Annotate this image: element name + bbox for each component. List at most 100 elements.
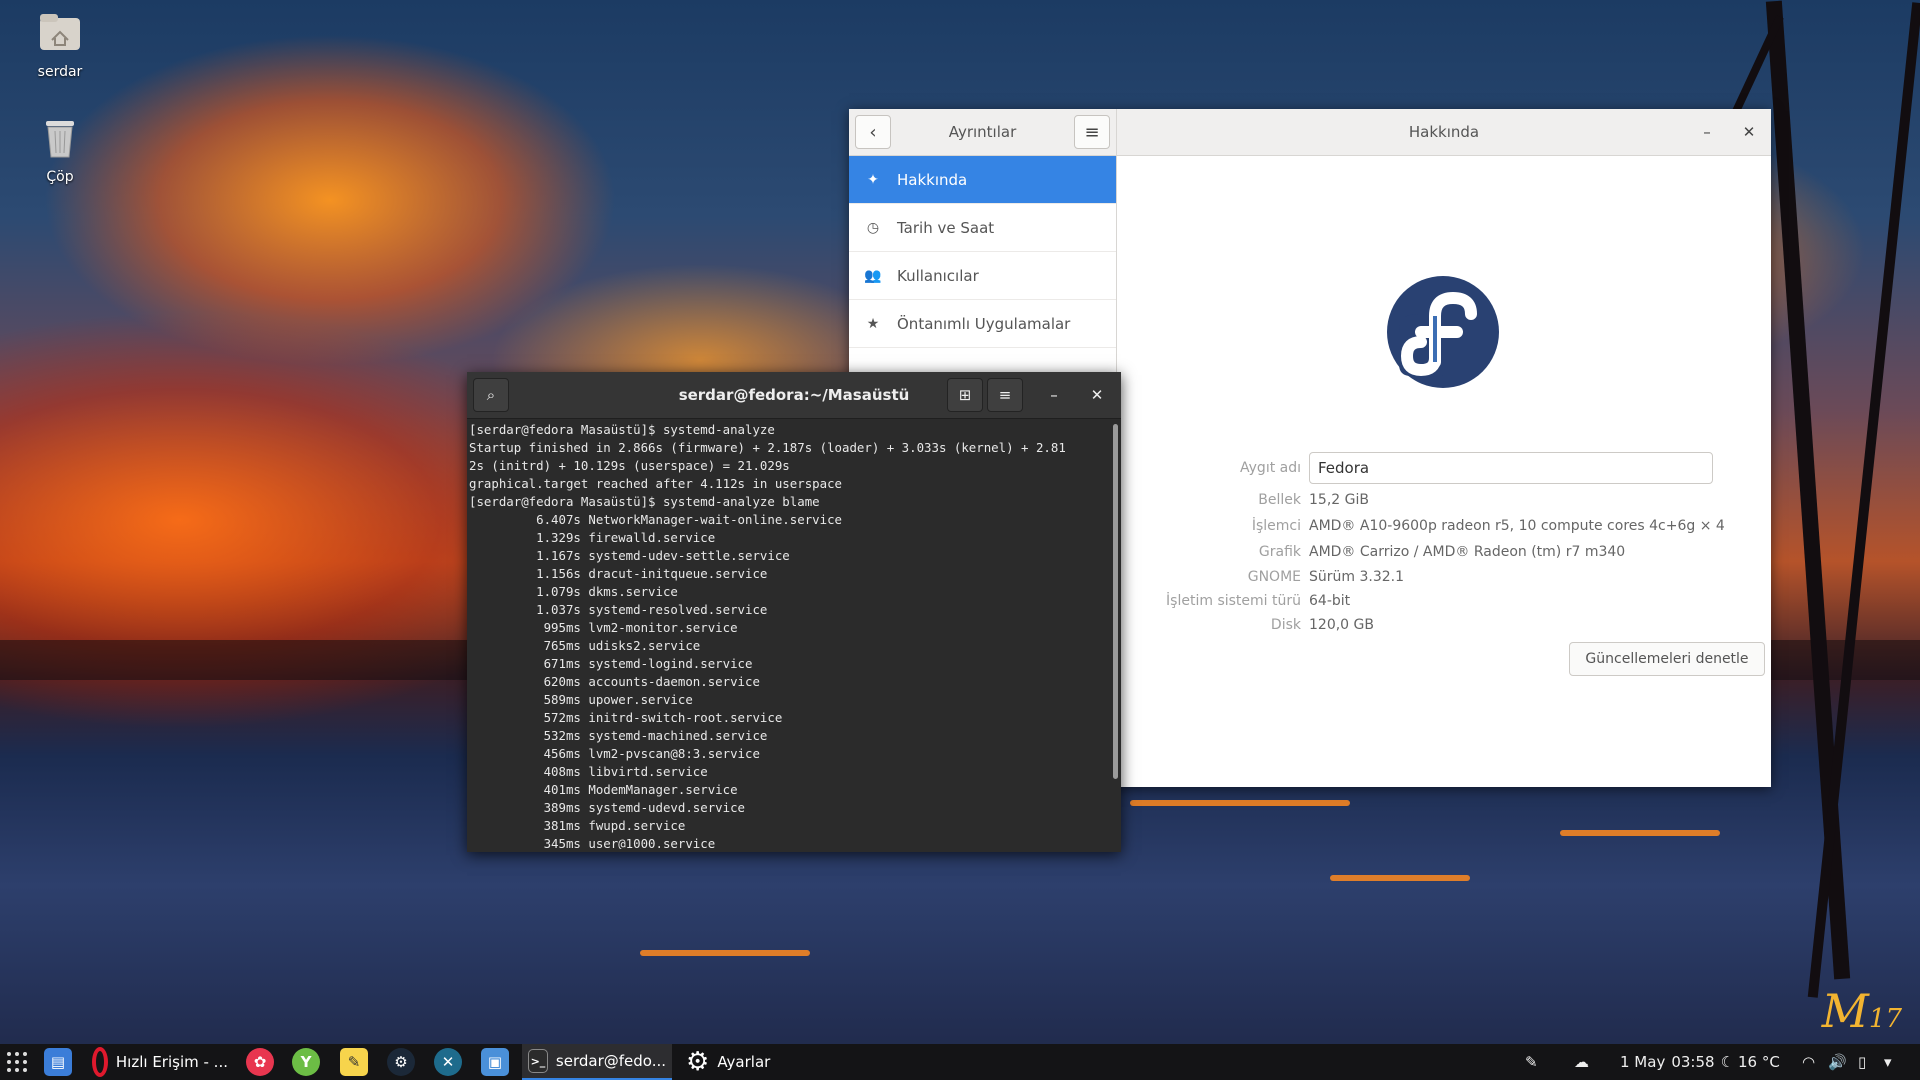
time-text: 03:58 <box>1671 1053 1715 1071</box>
launcher-xmind[interactable]: ✕ <box>434 1044 462 1080</box>
search-icon: ⌕ <box>486 386 496 404</box>
settings-gear-icon: ⚙ <box>686 1047 710 1077</box>
check-updates-button[interactable]: Güncellemeleri denetle <box>1569 642 1765 676</box>
yandex-browser-icon: Y <box>292 1048 320 1076</box>
launcher-files[interactable]: ▤ <box>44 1044 72 1080</box>
notes-icon: ✎ <box>340 1048 368 1076</box>
app-grid-icon <box>7 1052 27 1072</box>
clock-icon: ◷ <box>866 219 880 236</box>
app-grid-button[interactable] <box>4 1044 30 1080</box>
task-label: Ayarlar <box>717 1053 771 1071</box>
task-opera[interactable]: Hızlı Erişim - ... <box>86 1044 234 1080</box>
terminal-line: 1.156s dracut-initqueue.service <box>469 566 768 581</box>
info-label: Grafik <box>1258 544 1301 560</box>
terminal-line: 1.037s systemd-resolved.service <box>469 602 768 617</box>
water-reflection <box>1130 800 1350 806</box>
water-reflection <box>640 950 810 956</box>
terminal-search-button[interactable]: ⌕ <box>473 378 509 412</box>
terminal-line: 1.079s dkms.service <box>469 584 678 599</box>
info-value: Sürüm 3.32.1 <box>1309 569 1405 585</box>
terminal-line: 408ms libvirtd.service <box>469 764 708 779</box>
chevron-down-icon: ▾ <box>1884 1053 1892 1071</box>
taskbar: ▤ Hızlı Erişim - ... ✿ Y ✎ ⚙ ✕ ▣ >_ serd… <box>0 1044 1920 1080</box>
terminal-line: graphical.target reached after 4.112s in… <box>469 476 842 491</box>
sidebar-item-date-time[interactable]: ◷ Tarih ve Saat <box>849 204 1116 252</box>
tray-battery[interactable]: ▯ <box>1858 1044 1866 1080</box>
terminal-line: [serdar@fedora Masaüstü]$ systemd-analyz… <box>469 494 820 509</box>
clock[interactable]: 1 May 03:58 ☾ 16 °C <box>1620 1044 1780 1080</box>
launcher-yandex[interactable]: Y <box>292 1044 320 1080</box>
terminal-close-button[interactable]: ✕ <box>1085 383 1109 407</box>
terminal-line: 995ms lvm2-monitor.service <box>469 620 738 635</box>
sidebar-item-users[interactable]: 👥 Kullanıcılar <box>849 252 1116 300</box>
tray-pen[interactable]: ✎ <box>1525 1044 1538 1080</box>
desktop-icon-home[interactable]: serdar <box>10 10 110 80</box>
terminal-line: 1.329s firewalld.service <box>469 530 716 545</box>
moon-icon: ☾ <box>1720 1053 1735 1071</box>
tray-menu[interactable]: ▾ <box>1884 1044 1892 1080</box>
task-terminal[interactable]: >_ serdar@fedo... <box>522 1044 672 1080</box>
terminal-minimize-button[interactable]: – <box>1042 383 1066 407</box>
terminal-output[interactable]: [serdar@fedora Masaüstü]$ systemd-analyz… <box>469 421 1109 849</box>
launcher-software[interactable]: ▣ <box>481 1044 509 1080</box>
desktop-icon-label: serdar <box>37 64 83 80</box>
wifi-icon: ◠ <box>1802 1053 1816 1071</box>
task-label: serdar@fedo... <box>555 1052 666 1070</box>
terminal-icon: >_ <box>528 1049 548 1073</box>
tray-volume[interactable]: 🔊 <box>1828 1044 1847 1080</box>
launcher-steam[interactable]: ⚙ <box>387 1044 415 1080</box>
task-settings[interactable]: ⚙ Ayarlar <box>680 1044 830 1080</box>
terminal-line: 389ms systemd-udevd.service <box>469 800 746 815</box>
terminal-menu-button[interactable]: ≡ <box>987 378 1023 412</box>
terminal-line: 401ms ModemManager.service <box>469 782 738 797</box>
info-label: Disk <box>1270 617 1301 633</box>
close-icon: ✕ <box>1742 123 1756 141</box>
tray-wifi[interactable]: ◠ <box>1802 1044 1815 1080</box>
new-tab-button[interactable]: ⊞ <box>947 378 983 412</box>
minimize-button[interactable]: – <box>1695 120 1719 144</box>
sidebar-item-default-apps[interactable]: ★ Öntanımlı Uygulamalar <box>849 300 1116 348</box>
task-label: Hızlı Erişim - ... <box>115 1053 228 1071</box>
desktop-icon-trash[interactable]: Çöp <box>10 115 110 185</box>
info-row-graphics: Grafik AMD® Carrizo / AMD® Radeon (tm) r… <box>1117 544 1771 566</box>
info-label: Bellek <box>1258 492 1301 508</box>
terminal-line: 6.407s NetworkManager-wait-online.servic… <box>469 512 842 527</box>
watermark-logo: M17 <box>1821 984 1902 1038</box>
info-row-disk: Disk 120,0 GB <box>1117 617 1771 639</box>
volume-icon: 🔊 <box>1828 1053 1847 1071</box>
tray-weather-app[interactable]: ☁ <box>1574 1044 1589 1080</box>
terminal-line: 456ms lvm2-pvscan@8:3.service <box>469 746 760 761</box>
hamburger-menu-icon: ≡ <box>998 386 1012 404</box>
sparkle-icon: ✦ <box>867 171 879 188</box>
terminal-line: 765ms udisks2.service <box>469 638 701 653</box>
launcher-pinwheel[interactable]: ✿ <box>246 1044 274 1080</box>
new-tab-icon: ⊞ <box>958 386 972 404</box>
hamburger-menu-icon: ≡ <box>1084 121 1100 143</box>
terminal-header: ⌕ serdar@fedora:~/Masaüstü ⊞ ≡ – ✕ <box>467 372 1121 419</box>
terminal-line: Startup finished in 2.866s (firmware) + … <box>469 440 1066 455</box>
star-icon: ★ <box>866 315 880 332</box>
info-value: 120,0 GB <box>1309 617 1374 633</box>
terminal-line: 2s (initrd) + 10.129s (userspace) = 21.0… <box>469 458 790 473</box>
launcher-notes[interactable]: ✎ <box>340 1044 368 1080</box>
pinwheel-app-icon: ✿ <box>246 1048 274 1076</box>
device-name-input[interactable] <box>1309 452 1713 484</box>
device-name-label: Aygıt adı <box>1240 460 1301 476</box>
sidebar-item-about[interactable]: ✦ Hakkında <box>849 156 1116 204</box>
software-store-icon: ▣ <box>481 1048 509 1076</box>
terminal-line: [serdar@fedora Masaüstü]$ systemd-analyz… <box>469 422 775 437</box>
sidebar-item-label: Hakkında <box>897 170 968 189</box>
close-button[interactable]: ✕ <box>1737 120 1761 144</box>
battery-icon: ▯ <box>1858 1053 1867 1071</box>
info-row-os-type: İşletim sistemi türü 64-bit <box>1117 593 1771 615</box>
steam-icon: ⚙ <box>387 1048 415 1076</box>
minimize-icon: – <box>1050 386 1058 404</box>
users-icon: 👥 <box>864 267 882 284</box>
page-title: Hakkında <box>1408 123 1480 141</box>
terminal-scrollbar[interactable] <box>1113 424 1118 779</box>
close-icon: ✕ <box>1090 386 1104 404</box>
menu-button[interactable]: ≡ <box>1074 115 1110 149</box>
files-icon: ▤ <box>44 1048 72 1076</box>
code-app-icon: ✕ <box>434 1048 462 1076</box>
info-row-memory: Bellek 15,2 GiB <box>1117 492 1771 514</box>
